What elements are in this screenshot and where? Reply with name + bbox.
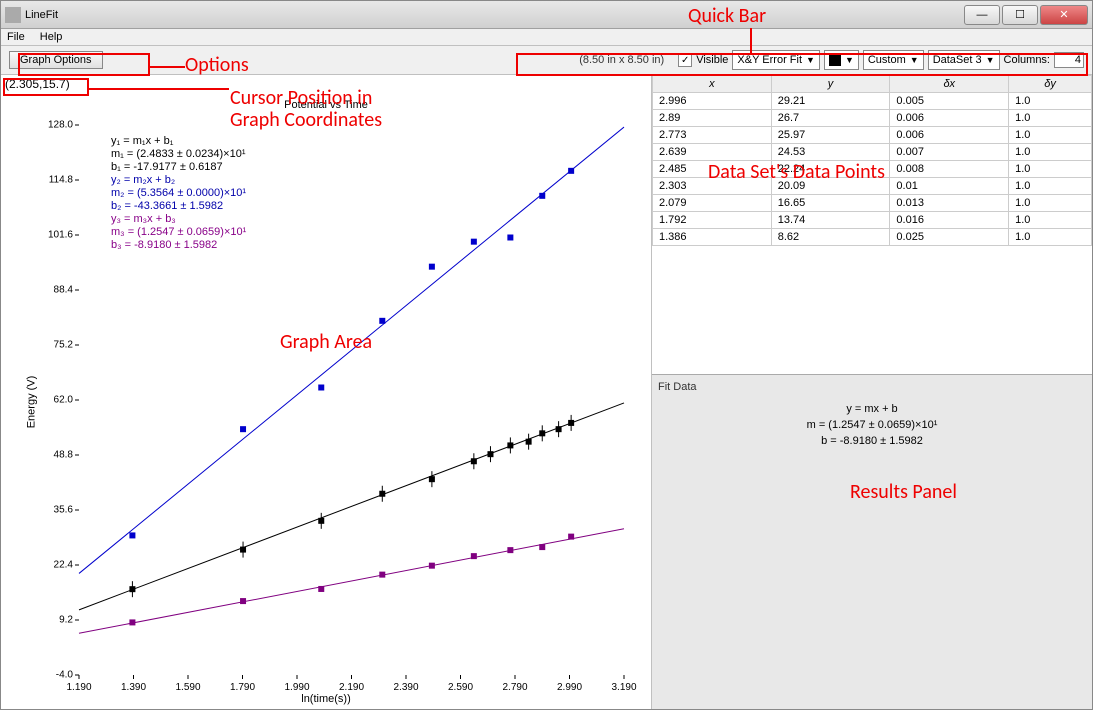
y-tick: 128.0	[31, 120, 73, 131]
col-header[interactable]: δx	[890, 76, 1009, 93]
toolbar: Graph Options (8.50 in x 8.50 in) ✓ Visi…	[1, 46, 1092, 75]
x-tick: 1.590	[175, 682, 200, 693]
table-row[interactable]: 2.99629.210.0051.0	[653, 93, 1092, 110]
menubar: File Help	[1, 29, 1092, 46]
quickbar: ✓ Visible X&Y Error Fit▼ ▼ Custom▼ DataS…	[678, 50, 1084, 70]
dataset-select[interactable]: DataSet 3▼	[928, 50, 1000, 70]
table-row[interactable]: 2.77325.970.0061.0	[653, 127, 1092, 144]
data-table-panel: xyδxδy 2.99629.210.0051.02.8926.70.0061.…	[652, 75, 1092, 375]
minimize-button[interactable]: —	[964, 5, 1000, 25]
fit-b: b = -8.9180 ± 1.5982	[658, 433, 1086, 449]
fit-m: m = (1.2547 ± 0.0659)×10¹	[658, 417, 1086, 433]
table-row[interactable]: 2.48522.240.0081.0	[653, 161, 1092, 178]
fit-panel: Fit Data y = mx + b m = (1.2547 ± 0.0659…	[652, 375, 1092, 709]
x-tick: 2.790	[502, 682, 527, 693]
y-tick: 22.4	[31, 560, 73, 571]
window-title: LineFit	[25, 9, 962, 21]
y-tick: 62.0	[31, 395, 73, 406]
col-header[interactable]: x	[653, 76, 772, 93]
x-tick: 1.790	[230, 682, 255, 693]
y-tick: 48.8	[31, 450, 73, 461]
y-tick: 75.2	[31, 340, 73, 351]
table-row[interactable]: 2.8926.70.0061.0	[653, 110, 1092, 127]
data-table[interactable]: xyδxδy 2.99629.210.0051.02.8926.70.0061.…	[652, 75, 1092, 246]
maximize-button[interactable]: ☐	[1002, 5, 1038, 25]
table-row[interactable]: 2.30320.090.011.0	[653, 178, 1092, 195]
col-header[interactable]: δy	[1009, 76, 1092, 93]
x-tick: 2.390	[393, 682, 418, 693]
fit-type-select[interactable]: X&Y Error Fit▼	[732, 50, 820, 70]
x-axis-label: ln(time(s))	[301, 693, 351, 705]
col-header[interactable]: y	[771, 76, 890, 93]
titlebar: LineFit — ☐ ✕	[1, 1, 1092, 29]
x-tick: 2.990	[557, 682, 582, 693]
menu-help[interactable]: Help	[40, 31, 63, 43]
y-tick: 9.2	[31, 615, 73, 626]
axis-type-select[interactable]: Custom▼	[863, 50, 924, 70]
graph-options-button[interactable]: Graph Options	[9, 51, 103, 69]
columns-spinner[interactable]	[1054, 52, 1084, 68]
close-button[interactable]: ✕	[1040, 5, 1088, 25]
y-tick: 114.8	[31, 175, 73, 186]
columns-label: Columns:	[1004, 54, 1050, 66]
table-row[interactable]: 2.07916.650.0131.0	[653, 195, 1092, 212]
table-row[interactable]: 2.63924.530.0071.0	[653, 144, 1092, 161]
graph-panel: (2.305,15.7) Potential vs Time Energy (V…	[1, 75, 651, 709]
table-row[interactable]: 1.3868.620.0251.0	[653, 229, 1092, 246]
menu-file[interactable]: File	[7, 31, 25, 43]
y-tick: 101.6	[31, 230, 73, 241]
x-tick: 1.990	[284, 682, 309, 693]
cursor-position: (2.305,15.7)	[5, 77, 70, 91]
chart-title: Potential vs Time	[1, 99, 651, 111]
fit-equation: y = mx + b	[658, 401, 1086, 417]
x-tick: 3.190	[611, 682, 636, 693]
visible-checkbox[interactable]: ✓	[678, 53, 692, 67]
fit-title: Fit Data	[658, 381, 1086, 393]
fit-legend: y₁ = m₁x + b₁ m₁ = (2.4833 ± 0.0234)×10¹…	[111, 135, 246, 252]
color-swatch-select[interactable]: ▼	[824, 50, 859, 70]
x-tick: 2.190	[339, 682, 364, 693]
y-tick: -4.0	[31, 670, 73, 681]
app-icon	[5, 7, 21, 23]
x-tick: 1.390	[121, 682, 146, 693]
y-tick: 88.4	[31, 285, 73, 296]
visible-label: Visible	[696, 54, 728, 66]
y-tick: 35.6	[31, 505, 73, 516]
dimensions-label: (8.50 in x 8.50 in)	[579, 54, 664, 66]
table-row[interactable]: 1.79213.740.0161.0	[653, 212, 1092, 229]
x-tick: 2.590	[448, 682, 473, 693]
x-tick: 1.190	[66, 682, 91, 693]
